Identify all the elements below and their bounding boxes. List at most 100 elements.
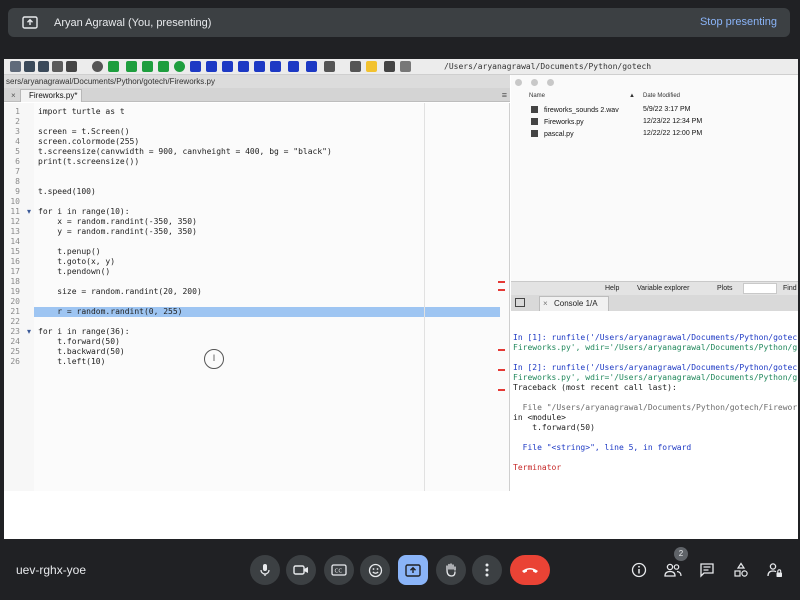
run-cell-icon[interactable] — [126, 61, 137, 72]
leave-call-button[interactable] — [510, 555, 550, 585]
meeting-code: uev-rghx-yoe — [16, 563, 87, 577]
options-menu-icon[interactable]: ≡ — [502, 90, 507, 100]
warning-marker — [498, 281, 505, 283]
raise-hand-button[interactable] — [436, 555, 466, 585]
file-row[interactable]: pascal.py 12/22/22 12:00 PM — [531, 130, 798, 138]
camera-button[interactable] — [286, 555, 316, 585]
line-number: 11 — [10, 207, 20, 216]
tab-find[interactable]: Find — [783, 285, 797, 292]
console-line: In [2]: runfile('/Users/aryanagrawal/Doc… — [513, 363, 798, 372]
code-line[interactable]: screen = t.Screen() — [38, 127, 130, 136]
lock-person-icon — [767, 563, 782, 577]
line-number: 4 — [15, 137, 20, 146]
step-return-icon[interactable] — [238, 61, 249, 72]
tab-close-icon[interactable]: × — [11, 90, 16, 102]
activities-button[interactable] — [729, 558, 753, 582]
line-number-gutter: 1 2 3 4 5 6 7 8 9 10 11 12 13 14 15 16 17 18 19 20 21 22 23 24 2… — [4, 103, 34, 491]
code-line[interactable]: t.forward(50) — [38, 337, 120, 346]
code-line[interactable]: t.pendown() — [38, 267, 110, 276]
step-into-icon[interactable] — [222, 61, 233, 72]
line-number: 16 — [10, 257, 20, 266]
reactions-button[interactable] — [360, 555, 390, 585]
line-number: 26 — [10, 357, 20, 366]
meeting-info-button[interactable] — [627, 558, 651, 582]
file-name: pascal.py — [544, 131, 574, 138]
stop-presenting-button[interactable]: Stop presenting — [700, 16, 777, 28]
chat-icon — [700, 563, 714, 578]
col-name[interactable]: Name — [529, 93, 545, 99]
code-line[interactable]: t.speed(100) — [38, 187, 96, 196]
code-line[interactable]: t.left(10) — [38, 357, 105, 366]
tools-wrench-icon[interactable] — [350, 61, 361, 72]
python-icon[interactable] — [366, 61, 377, 72]
run-cell-advance-icon[interactable] — [142, 61, 153, 72]
file-name: Fireworks.py — [544, 119, 584, 126]
code-line[interactable]: t.goto(x, y) — [38, 257, 115, 266]
line-number: 24 — [10, 337, 20, 346]
working-directory-path[interactable]: /Users/aryanagrawal/Documents/Python/got… — [444, 62, 651, 71]
tab-plots[interactable]: Plots — [717, 285, 733, 292]
file-row[interactable]: Fireworks.py 12/23/22 12:34 PM — [531, 118, 798, 126]
save-icon[interactable] — [24, 61, 35, 72]
code-line[interactable]: t.screensize(canvwidth = 900, canvheight… — [38, 147, 332, 156]
tab-variable-explorer[interactable]: Variable explorer — [637, 285, 689, 292]
run-icon[interactable] — [108, 61, 119, 72]
captions-icon: CC — [331, 564, 347, 576]
debug-icon[interactable] — [190, 61, 201, 72]
ipython-console[interactable]: In [1]: runfile('/Users/aryanagrawal/Doc… — [511, 311, 798, 491]
line-number: 17 — [10, 267, 20, 276]
stop-debug-icon[interactable] — [288, 61, 299, 72]
fold-toggle-icon[interactable]: ▾ — [27, 327, 31, 336]
step-icon[interactable] — [206, 61, 217, 72]
people-button[interactable] — [661, 558, 685, 582]
code-line[interactable]: for i in range(10): — [38, 207, 130, 216]
maximize-pane-icon[interactable] — [324, 61, 335, 72]
rerun-icon[interactable] — [174, 61, 185, 72]
list-icon[interactable] — [66, 61, 77, 72]
mic-icon — [260, 564, 270, 576]
back-arrow-icon[interactable] — [384, 61, 395, 72]
file-row[interactable]: fireworks_sounds 2.wav 5/9/22 3:17 PM — [531, 106, 798, 114]
hand-icon — [446, 563, 456, 577]
console-menu-icon[interactable] — [515, 298, 525, 307]
sort-arrow-icon[interactable]: ▲ — [629, 93, 635, 99]
col-date[interactable]: Date Modified — [643, 93, 680, 99]
continue-icon[interactable] — [254, 61, 265, 72]
line-number: 6 — [15, 157, 20, 166]
python-file-icon — [531, 118, 538, 125]
open-file-icon[interactable] — [10, 61, 21, 72]
code-editor[interactable]: 1 2 3 4 5 6 7 8 9 10 11 12 13 14 15 16 17 18 19 20 21 22 23 24 2… — [4, 103, 510, 491]
chat-button[interactable] — [695, 558, 719, 582]
editor-file-path: sers/aryanagrawal/Documents/Python/gotec… — [4, 75, 510, 88]
code-line[interactable]: print(t.screensize()) — [38, 157, 139, 166]
more-options-button[interactable] — [472, 555, 502, 585]
continue-all-icon[interactable] — [270, 61, 281, 72]
print-icon[interactable] — [52, 61, 63, 72]
toggle-pane-icon[interactable] — [306, 61, 317, 72]
code-line[interactable]: for i in range(36): — [38, 327, 130, 336]
code-line[interactable]: size = random.randint(20, 200) — [38, 287, 202, 296]
console-tab[interactable]: × Console 1/A — [539, 296, 609, 311]
present-button[interactable] — [398, 555, 428, 585]
find-box[interactable] — [743, 283, 777, 294]
code-line[interactable]: y = random.randint(-350, 350) — [38, 227, 197, 236]
code-line[interactable]: x = random.randint(-350, 350) — [38, 217, 197, 226]
tab-help[interactable]: Help — [605, 285, 619, 292]
code-line[interactable]: r = random.randint(0, 255) — [38, 307, 182, 316]
code-line[interactable]: t.backward(50) — [38, 347, 124, 356]
captions-button[interactable]: CC — [324, 555, 354, 585]
settings-icon[interactable] — [92, 61, 103, 72]
save-all-icon[interactable] — [38, 61, 49, 72]
tab-label: Fireworks.py* — [29, 91, 78, 100]
run-selection-icon[interactable] — [158, 61, 169, 72]
tab-fireworks[interactable]: × Fireworks.py* — [11, 89, 82, 102]
forward-arrow-icon[interactable] — [400, 61, 411, 72]
mic-button[interactable] — [250, 555, 280, 585]
code-line[interactable]: t.penup() — [38, 247, 100, 256]
console-line: Terminator — [513, 463, 562, 472]
code-line[interactable]: screen.colormode(255) — [38, 137, 139, 146]
host-controls-button[interactable] — [763, 558, 787, 582]
console-tab-close-icon[interactable]: × — [543, 297, 548, 310]
fold-toggle-icon[interactable]: ▾ — [27, 207, 31, 216]
code-line[interactable]: import turtle as t — [38, 107, 125, 116]
